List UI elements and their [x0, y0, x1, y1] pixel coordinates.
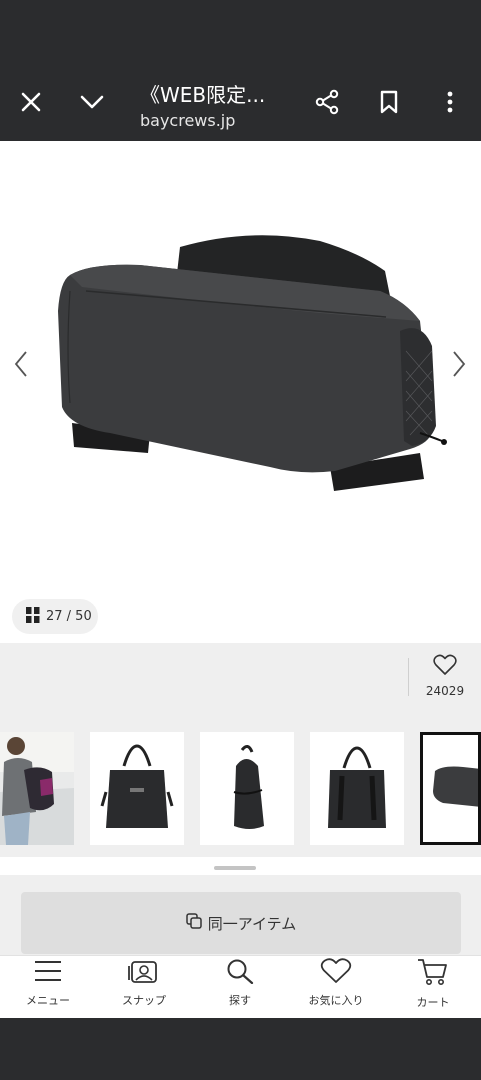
copy-icon [185, 913, 202, 933]
thumb-tote-back[interactable] [310, 732, 404, 845]
nav-favorites-label: お気に入り [308, 994, 364, 1007]
nav-cart-label: カート [416, 996, 450, 1009]
chevron-left-icon[interactable] [6, 349, 36, 379]
backpack-bottom-illustration [58, 235, 447, 491]
thumb-tote-front[interactable] [90, 732, 184, 845]
sheet-drag-handle[interactable] [214, 866, 256, 870]
snap-icon [128, 958, 160, 988]
browser-toolbar: 《WEB限定... baycrews.jp [0, 0, 481, 141]
thumb-model-wearing-bag[interactable] [0, 732, 74, 845]
nav-search-label: 探す [229, 994, 251, 1007]
nav-favorites[interactable]: お気に入り [288, 958, 384, 1016]
cart-icon [417, 958, 449, 990]
grid-icon [26, 606, 40, 627]
nav-cart[interactable]: カート [385, 958, 481, 1016]
share-icon[interactable] [305, 80, 349, 124]
heart-icon [320, 958, 352, 988]
menu-icon [34, 958, 62, 988]
system-navigation-bar [0, 1018, 481, 1080]
thumb-tote-side[interactable] [200, 732, 294, 845]
image-counter-text: 27 / 50 [46, 609, 92, 624]
thumb-bag-bottom[interactable] [420, 732, 481, 845]
favorite-count: 24029 [425, 684, 465, 698]
nav-search[interactable]: 探す [192, 958, 288, 1016]
more-vert-icon[interactable] [428, 80, 472, 124]
image-counter-button[interactable]: 27 / 50 [12, 599, 98, 634]
favorite-button[interactable]: 24029 [418, 654, 472, 700]
nav-snap-label: スナップ [122, 994, 166, 1007]
page-domain: baycrews.jp [140, 111, 236, 130]
same-item-label: 同一アイテム [207, 914, 297, 933]
nav-menu-label: メニュー [26, 994, 70, 1007]
same-item-button[interactable]: 同一アイテム [21, 892, 461, 954]
bookmark-icon[interactable] [367, 80, 411, 124]
close-icon[interactable] [9, 80, 53, 124]
divider [408, 658, 409, 696]
chevron-down-icon[interactable] [70, 80, 114, 124]
nav-menu[interactable]: メニュー [0, 958, 96, 1016]
nav-snap[interactable]: スナップ [96, 958, 192, 1016]
search-icon [226, 958, 254, 988]
page-title[interactable]: 《WEB限定... [140, 79, 265, 108]
product-image[interactable] [0, 141, 481, 643]
chevron-right-icon[interactable] [444, 349, 474, 379]
heart-icon [433, 654, 457, 680]
